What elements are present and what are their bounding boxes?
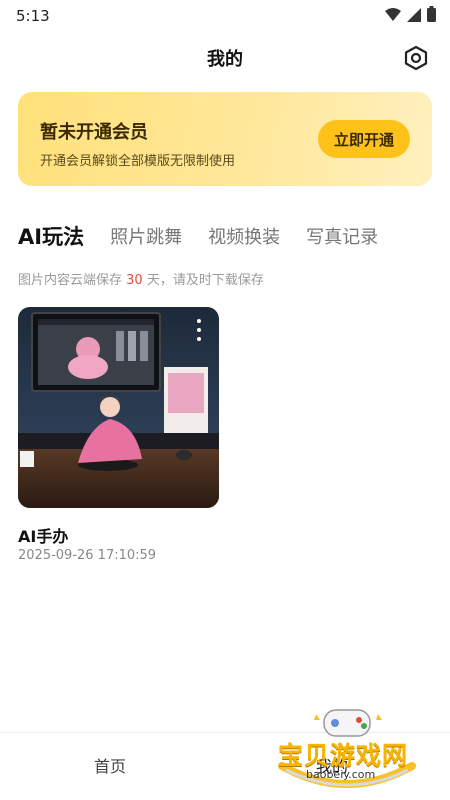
status-time: 5:13 — [16, 7, 50, 25]
status-bar: 5:13 — [0, 0, 450, 32]
member-banner[interactable]: 暂未开通会员 开通会员解锁全部模版无限制使用 立即开通 — [18, 92, 432, 186]
notice-suffix: 天，请及时下载保存 — [142, 273, 264, 288]
nav-home[interactable]: 首页 — [94, 753, 126, 777]
card-date: 2025-09-26 17:10:59 — [18, 548, 157, 563]
watermark-text: 宝贝游戏网 — [278, 741, 409, 770]
tab-portrait-record[interactable]: 写真记录 — [306, 223, 378, 249]
tab-ai-play[interactable]: AI玩法 — [18, 221, 84, 251]
creation-card[interactable] — [18, 307, 219, 508]
signal-icon — [407, 7, 421, 26]
card-thumbnail — [18, 307, 219, 508]
wifi-icon — [385, 7, 401, 26]
tab-photo-dance[interactable]: 照片跳舞 — [110, 223, 182, 249]
tab-bar: AI玩法 照片跳舞 视频换装 写真记录 — [18, 220, 378, 252]
tab-video-outfit[interactable]: 视频换装 — [208, 223, 280, 249]
battery-icon — [427, 6, 436, 26]
settings-icon[interactable] — [402, 44, 430, 72]
header: 我的 — [0, 36, 450, 80]
watermark: 宝贝游戏网 baobeiy.com — [272, 700, 422, 796]
page-title: 我的 — [207, 49, 243, 70]
card-title: AI手办 — [18, 527, 69, 546]
watermark-url: baobeiy.com — [306, 768, 376, 781]
activate-membership-button[interactable]: 立即开通 — [318, 120, 410, 158]
notice-days: 30 — [126, 273, 143, 288]
status-icons — [385, 6, 436, 26]
notice-prefix: 图片内容云端保存 — [18, 273, 127, 288]
more-options-icon[interactable] — [193, 319, 205, 341]
storage-notice: 图片内容云端保存 30 天，请及时下载保存 — [18, 269, 264, 288]
